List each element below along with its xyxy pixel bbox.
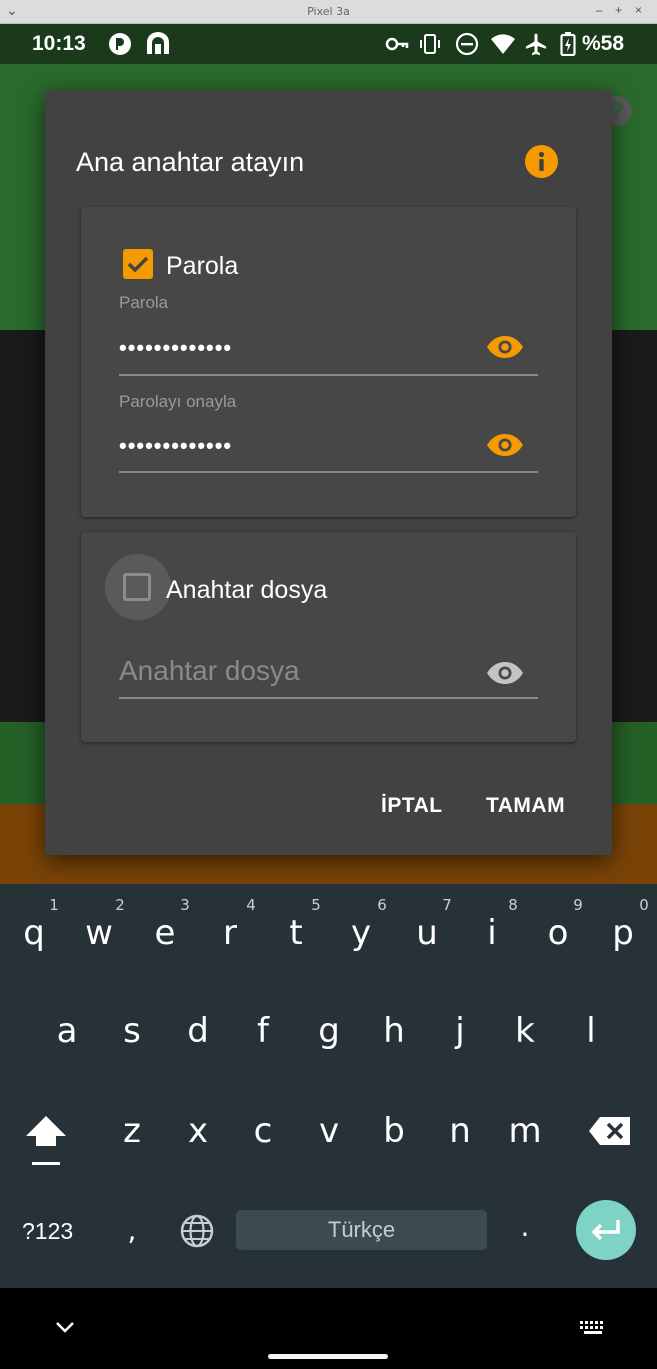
password-field-label: Parola (119, 293, 169, 312)
notification-app-icon-2 (147, 32, 169, 54)
emulator-title: Pixel 3a (307, 5, 350, 18)
show-key-file-eye-icon[interactable] (486, 661, 524, 685)
symbols-key[interactable]: ?123 (22, 1218, 73, 1245)
battery-percent: %58 (582, 32, 625, 55)
key-h[interactable]: h (369, 1011, 419, 1051)
key-v[interactable]: v (304, 1111, 354, 1151)
minimize-button[interactable]: – (596, 3, 603, 17)
key-file-underline (119, 697, 538, 699)
show-password-eye-icon[interactable] (486, 335, 524, 359)
ok-button[interactable]: TAMAM (486, 794, 565, 818)
backspace-icon[interactable] (588, 1116, 632, 1146)
navigation-bar (0, 1288, 657, 1369)
key-file-field[interactable]: Anahtar dosya (119, 655, 300, 687)
password-field[interactable]: ••••••••••••• (119, 335, 232, 361)
do-not-disturb-icon (455, 32, 479, 56)
key-c[interactable]: c (238, 1111, 288, 1151)
key-q[interactable]: q (9, 913, 59, 953)
key-hint-1: 1 (49, 896, 59, 914)
password-underline (119, 374, 538, 376)
cancel-button[interactable]: İPTAL (381, 794, 443, 818)
home-gesture-bar[interactable] (268, 1354, 388, 1359)
vibrate-icon (420, 34, 440, 54)
key-hint-4: 4 (246, 896, 256, 914)
vpn-key-icon (385, 37, 409, 51)
key-a[interactable]: a (42, 1011, 92, 1051)
key-y[interactable]: y (336, 913, 386, 953)
key-hint-9: 9 (573, 896, 583, 914)
key-o[interactable]: o (533, 913, 583, 953)
password-checkbox[interactable] (123, 249, 153, 279)
info-icon[interactable] (525, 145, 558, 178)
key-hint-3: 3 (180, 896, 190, 914)
key-hint-7: 7 (442, 896, 452, 914)
key-x[interactable]: x (173, 1111, 223, 1151)
key-g[interactable]: g (304, 1011, 354, 1051)
maximize-button[interactable]: + (615, 3, 622, 17)
space-key[interactable]: Türkçe (236, 1210, 487, 1250)
key-z[interactable]: z (107, 1111, 157, 1151)
dialog-title: Ana anahtar atayın (76, 147, 305, 177)
airplane-mode-icon (526, 33, 546, 56)
key-s[interactable]: s (107, 1011, 157, 1051)
password-checkbox-label: Parola (166, 252, 239, 280)
key-u[interactable]: u (402, 913, 452, 953)
key-i[interactable]: i (467, 913, 517, 953)
key-comma[interactable]: , (107, 1214, 157, 1247)
hide-keyboard-chevron-icon[interactable] (55, 1320, 75, 1334)
key-hint-5: 5 (311, 896, 321, 914)
key-f[interactable]: f (238, 1011, 288, 1051)
shift-icon[interactable] (24, 1114, 68, 1170)
soft-keyboard: q w e r t y u i o p 1 2 3 4 5 6 7 8 9 0 … (0, 884, 657, 1288)
battery-charging-icon (560, 32, 576, 56)
status-bar: 10:13 %58 (0, 24, 657, 64)
wifi-icon (491, 34, 515, 54)
notification-app-icon (109, 33, 131, 55)
show-confirm-password-eye-icon[interactable] (486, 433, 524, 457)
key-l[interactable]: l (566, 1011, 616, 1051)
key-hint-2: 2 (115, 896, 125, 914)
clock: 10:13 (32, 32, 86, 55)
key-file-checkbox-label: Anahtar dosya (166, 576, 328, 604)
keyboard-switch-icon[interactable] (579, 1320, 607, 1338)
key-d[interactable]: d (173, 1011, 223, 1051)
enter-key[interactable] (576, 1200, 636, 1260)
key-p[interactable]: p (598, 913, 648, 953)
key-m[interactable]: m (500, 1111, 550, 1151)
key-e[interactable]: e (140, 913, 190, 953)
key-n[interactable]: n (435, 1111, 485, 1151)
key-r[interactable]: r (205, 913, 255, 953)
confirm-password-underline (119, 471, 538, 473)
key-w[interactable]: w (74, 913, 124, 953)
key-b[interactable]: b (369, 1111, 419, 1151)
close-button[interactable]: × (635, 3, 642, 17)
emulator-title-bar: ⌄ Pixel 3a – + × (0, 0, 657, 24)
key-file-checkbox[interactable] (123, 573, 151, 601)
key-t[interactable]: t (271, 913, 321, 953)
key-hint-0: 0 (639, 896, 649, 914)
key-hint-6: 6 (377, 896, 387, 914)
master-key-dialog: Ana anahtar atayın Parola Parola •••••••… (45, 90, 612, 855)
confirm-password-field[interactable]: ••••••••••••• (119, 433, 232, 459)
enter-arrow-icon (591, 1220, 620, 1241)
password-card: Parola Parola ••••••••••••• Parolayı ona… (81, 207, 576, 517)
key-file-card: Anahtar dosya Anahtar dosya (81, 532, 576, 742)
language-globe-icon[interactable] (180, 1214, 214, 1248)
confirm-password-field-label: Parolayı onayla (119, 392, 237, 411)
key-hint-8: 8 (508, 896, 518, 914)
key-j[interactable]: j (435, 1011, 485, 1051)
key-period[interactable]: . (500, 1210, 550, 1243)
key-k[interactable]: k (500, 1011, 550, 1051)
